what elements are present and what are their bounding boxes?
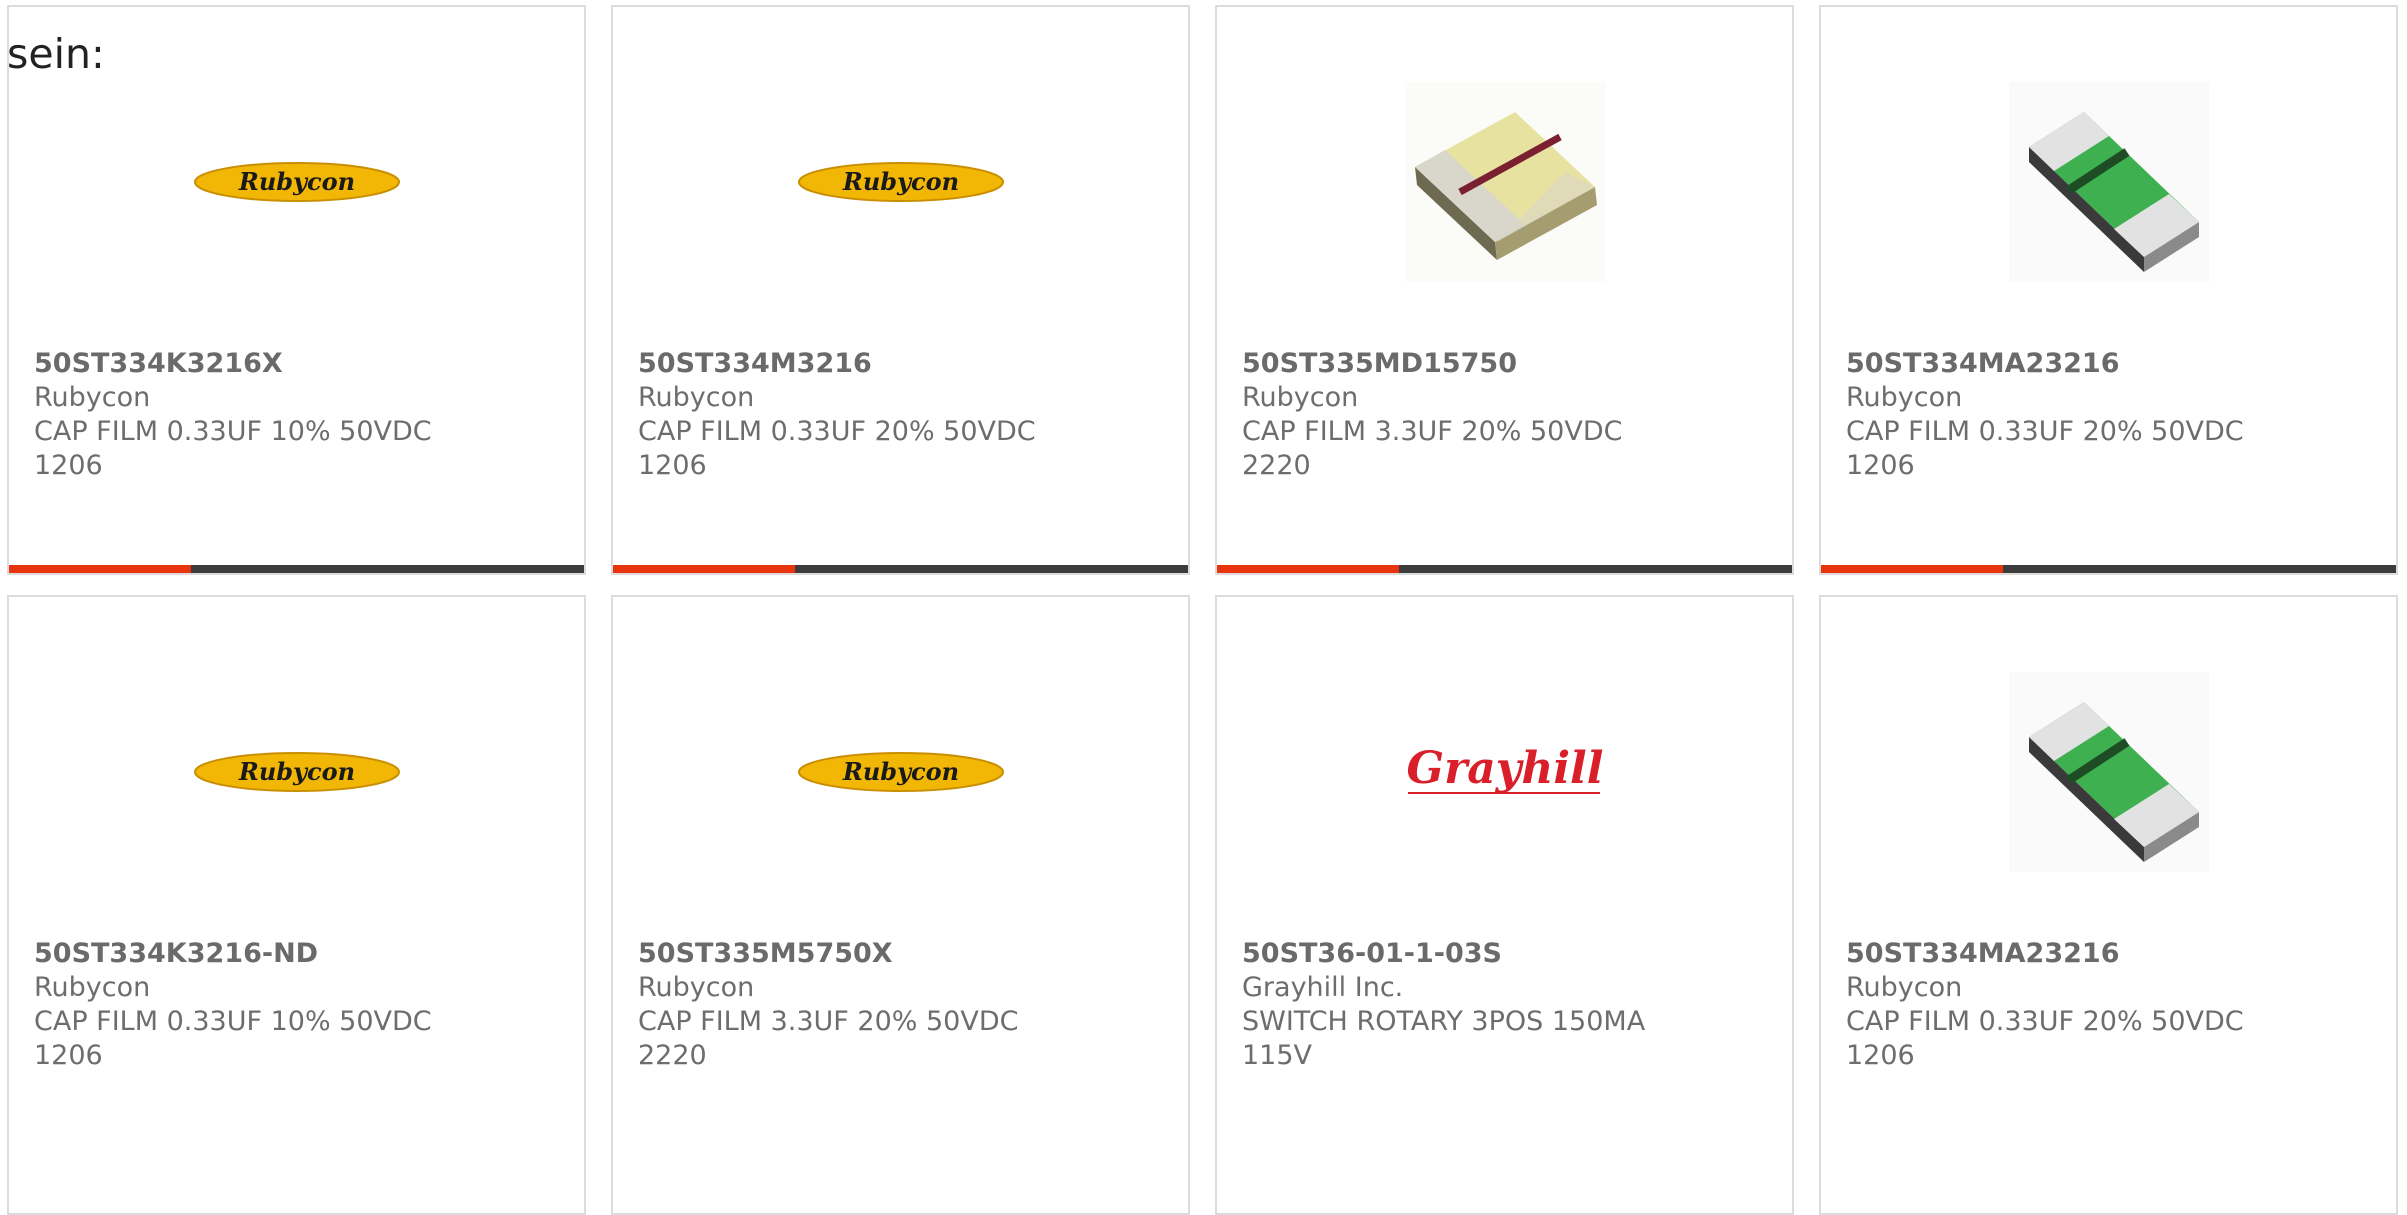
grayhill-logo: Grayhill bbox=[1406, 743, 1603, 794]
rubycon-logo: Rubycon bbox=[193, 162, 400, 202]
rubycon-logo-text: Rubycon bbox=[841, 757, 958, 786]
part-number[interactable]: 50ST334K3216X bbox=[34, 347, 564, 381]
rubycon-logo: Rubycon bbox=[193, 752, 400, 792]
card-bar-accent bbox=[1821, 565, 2003, 573]
manufacturer: Rubycon bbox=[638, 382, 755, 413]
part-number[interactable]: 50ST334M3216 bbox=[638, 347, 1168, 381]
rubycon-logo-text: Rubycon bbox=[841, 167, 958, 196]
description: CAP FILM 3.3UF 20% 50VDC bbox=[1242, 416, 1623, 447]
manufacturer: Rubycon bbox=[1846, 382, 1963, 413]
product-image: Rubycon bbox=[9, 67, 584, 297]
card-bar bbox=[613, 565, 1188, 573]
package: 1206 bbox=[1846, 450, 1915, 481]
part-number[interactable]: 50ST334MA23216 bbox=[1846, 347, 2376, 381]
product-image bbox=[1821, 67, 2396, 297]
card-bar-accent bbox=[9, 565, 191, 573]
yellow-chip-capacitor-image bbox=[1404, 82, 1605, 282]
description: CAP FILM 0.33UF 20% 50VDC bbox=[1846, 416, 2244, 447]
product-card[interactable]: Rubycon 50ST334K3216-ND Rubycon CAP FILM… bbox=[7, 595, 586, 1215]
card-bar bbox=[1821, 565, 2396, 573]
product-card[interactable]: 50ST334MA23216 Rubycon CAP FILM 0.33UF 2… bbox=[1819, 595, 2398, 1215]
part-number[interactable]: 50ST335M5750X bbox=[638, 937, 1168, 971]
product-card[interactable]: Grayhill 50ST36-01-1-03S Grayhill Inc. S… bbox=[1215, 595, 1794, 1215]
rubycon-logo: Rubycon bbox=[797, 162, 1004, 202]
package: 1206 bbox=[34, 1040, 103, 1071]
card-bar-accent bbox=[1217, 565, 1399, 573]
package: 115V bbox=[1242, 1040, 1313, 1071]
manufacturer: Rubycon bbox=[1846, 972, 1963, 1003]
package: 1206 bbox=[34, 450, 103, 481]
part-number[interactable]: 50ST334K3216-ND bbox=[34, 937, 564, 971]
description: CAP FILM 0.33UF 10% 50VDC bbox=[34, 416, 432, 447]
product-card[interactable]: Rubycon 50ST334K3216X Rubycon CAP FILM 0… bbox=[7, 5, 586, 575]
card-bar bbox=[1217, 565, 1792, 573]
part-number[interactable]: 50ST334MA23216 bbox=[1846, 937, 2376, 971]
part-number[interactable]: 50ST335MD15750 bbox=[1242, 347, 1772, 381]
product-image: Rubycon bbox=[613, 67, 1188, 297]
product-image bbox=[1217, 67, 1792, 297]
product-card[interactable]: Rubycon 50ST335M5750X Rubycon CAP FILM 3… bbox=[611, 595, 1190, 1215]
manufacturer: Rubycon bbox=[1242, 382, 1359, 413]
rubycon-logo-text: Rubycon bbox=[237, 167, 354, 196]
manufacturer: Rubycon bbox=[638, 972, 755, 1003]
manufacturer: Rubycon bbox=[34, 382, 151, 413]
description: SWITCH ROTARY 3POS 150MA bbox=[1242, 1006, 1646, 1037]
package: 1206 bbox=[638, 450, 707, 481]
product-card[interactable]: Rubycon 50ST334M3216 Rubycon CAP FILM 0.… bbox=[611, 5, 1190, 575]
product-card[interactable]: 50ST334MA23216 Rubycon CAP FILM 0.33UF 2… bbox=[1819, 5, 2398, 575]
package: 1206 bbox=[1846, 1040, 1915, 1071]
grayhill-logo-text: Grayhill bbox=[1406, 743, 1603, 794]
green-chip-capacitor-image bbox=[2008, 82, 2209, 282]
product-card[interactable]: 50ST335MD15750 Rubycon CAP FILM 3.3UF 20… bbox=[1215, 5, 1794, 575]
package: 2220 bbox=[1242, 450, 1311, 481]
rubycon-logo-text: Rubycon bbox=[237, 757, 354, 786]
product-image: Rubycon bbox=[9, 657, 584, 887]
card-bar bbox=[9, 565, 584, 573]
description: CAP FILM 3.3UF 20% 50VDC bbox=[638, 1006, 1019, 1037]
product-image: Rubycon bbox=[613, 657, 1188, 887]
part-number[interactable]: 50ST36-01-1-03S bbox=[1242, 937, 1772, 971]
description: CAP FILM 0.33UF 10% 50VDC bbox=[34, 1006, 432, 1037]
product-image: Grayhill bbox=[1217, 657, 1792, 887]
manufacturer: Grayhill Inc. bbox=[1242, 972, 1404, 1003]
product-image bbox=[1821, 657, 2396, 887]
green-chip-capacitor-image bbox=[2008, 672, 2209, 872]
rubycon-logo: Rubycon bbox=[797, 752, 1004, 792]
description: CAP FILM 0.33UF 20% 50VDC bbox=[1846, 1006, 2244, 1037]
manufacturer: Rubycon bbox=[34, 972, 151, 1003]
package: 2220 bbox=[638, 1040, 707, 1071]
description: CAP FILM 0.33UF 20% 50VDC bbox=[638, 416, 1036, 447]
card-bar-accent bbox=[613, 565, 795, 573]
